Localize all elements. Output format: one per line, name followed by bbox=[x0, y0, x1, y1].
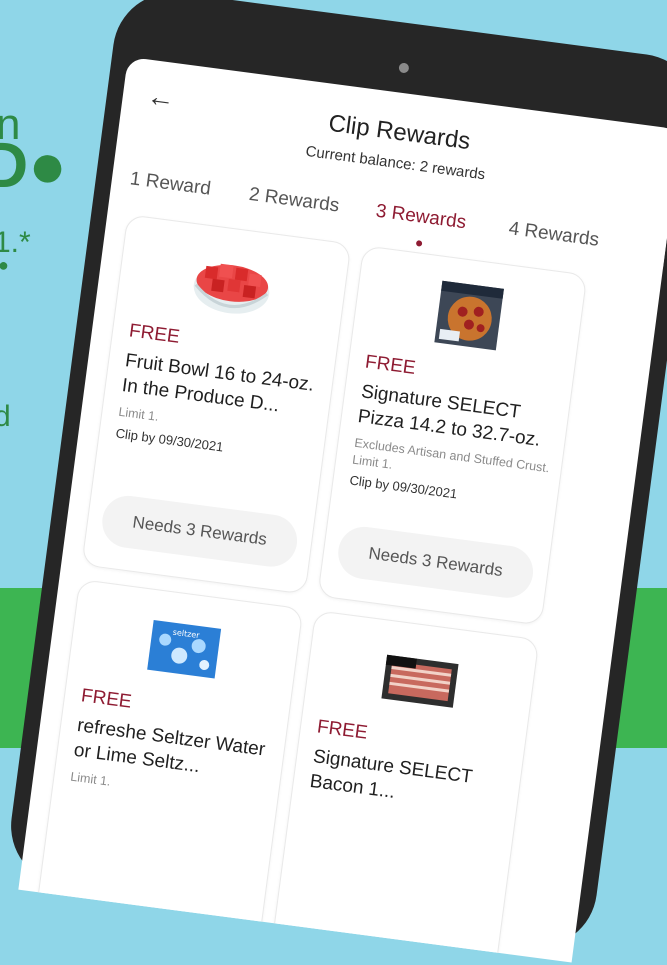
background-text-2: D● bbox=[0, 129, 67, 201]
background-text-5: d bbox=[0, 400, 11, 433]
needs-rewards-button[interactable]: Needs 3 Rewards bbox=[99, 492, 301, 570]
reward-name: Signature SELECT Bacon 1... bbox=[308, 746, 474, 803]
tab-2-rewards[interactable]: 2 Rewards bbox=[248, 184, 341, 218]
phone-frame: ← Clip Rewards Current balance: 2 reward… bbox=[3, 0, 667, 963]
tab-1-reward[interactable]: 1 Reward bbox=[129, 168, 212, 200]
tab-4-rewards[interactable]: 4 Rewards bbox=[507, 218, 600, 252]
reward-card-bacon[interactable]: FREE Signature SELECT Bacon 1... bbox=[269, 610, 540, 963]
tab-3-rewards[interactable]: 3 Rewards bbox=[374, 201, 468, 235]
reward-card-pizza[interactable]: FREE Signature SELECT Pizza 14.2 to 32.7… bbox=[317, 245, 588, 626]
reward-card-fruit-bowl[interactable]: FREE Fruit Bowl 16 to 24-oz. In the Prod… bbox=[81, 214, 352, 595]
app-screen: ← Clip Rewards Current balance: 2 reward… bbox=[18, 56, 667, 963]
free-badge: FREE bbox=[127, 320, 181, 348]
pepperoni-pizza-box-icon bbox=[434, 280, 504, 351]
background-text-4: ● bbox=[0, 255, 9, 275]
needs-rewards-button[interactable]: Needs 3 Rewards bbox=[335, 523, 537, 601]
front-camera bbox=[398, 62, 410, 74]
active-tab-indicator bbox=[415, 240, 423, 247]
free-badge: FREE bbox=[363, 351, 417, 379]
free-badge: FREE bbox=[79, 685, 133, 713]
free-badge: FREE bbox=[315, 716, 369, 744]
seltzer-box-icon: seltzer bbox=[147, 620, 222, 679]
reward-card-seltzer[interactable]: seltzer FREE refreshe Seltzer Water or L… bbox=[33, 578, 304, 960]
watermelon-fruit-bowl-icon bbox=[193, 263, 270, 314]
bacon-package-icon bbox=[381, 654, 459, 708]
tab-fade bbox=[623, 223, 667, 269]
